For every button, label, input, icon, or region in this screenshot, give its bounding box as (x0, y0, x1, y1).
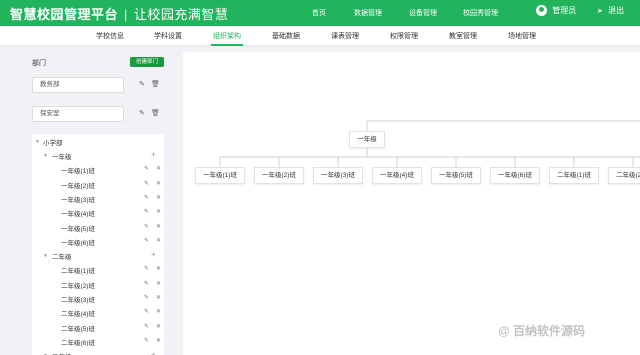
tree-grade-node[interactable]: 二年级 (52, 251, 72, 261)
tree-class-node[interactable]: 二年级(5)班 (61, 323, 95, 333)
org-child-node[interactable]: 一年级(6)班 (490, 167, 540, 184)
user-icon (536, 5, 547, 17)
org-child-node[interactable]: 一年级(5)班 (431, 167, 481, 184)
user-menu[interactable]: 管理员 (536, 5, 577, 17)
org-child-node[interactable]: 二年级(1)班 (549, 167, 599, 184)
plus-icon[interactable]: + (151, 350, 156, 355)
pencil-icon[interactable]: ✎ (144, 180, 149, 187)
sidebar-title: 部门 (32, 60, 46, 67)
app-title: 智慧校园管理平台 (10, 7, 119, 22)
logout-label: 退出 (608, 6, 625, 15)
close-icon[interactable]: ✕ (156, 308, 161, 315)
tab-venues[interactable]: 场地管理 (508, 31, 536, 41)
org-child-node[interactable]: 一年级(3)班 (313, 167, 363, 184)
pencil-icon[interactable]: ✎ (144, 208, 149, 215)
pencil-icon[interactable]: ✎ (144, 323, 149, 330)
close-icon[interactable]: ✕ (156, 208, 161, 215)
tree-class-node[interactable]: 一年级(3)班 (61, 194, 95, 204)
tab-subject-settings[interactable]: 学科设置 (154, 31, 182, 41)
logout-button[interactable]: ➤ 退出 (597, 5, 624, 16)
plus-icon[interactable]: + (151, 150, 156, 159)
department-field-security[interactable]: 保安室 (32, 106, 124, 122)
close-icon[interactable]: ✕ (156, 237, 161, 244)
org-child-node[interactable]: 一年级(4)班 (372, 167, 422, 184)
org-chart: 一年级 一年级(1)班 一年级(2)班 一年级(3)班 一年级(4)班 一年级(5)班一… (183, 52, 640, 355)
department-sidebar: 部门 创建部门 教务部 ✎ 🗑 保安室 ✎ 🗑 ▼ 小学部 ▼ 一年级 + 一年级(1… (26, 52, 164, 355)
sub-nav: 学校信息 学科设置 组织架构 基础数据 课表管理 权限管理 教室管理 场地管理 (0, 26, 640, 46)
caret-down-icon[interactable]: ▼ (35, 139, 40, 145)
pencil-icon[interactable]: ✎ (144, 165, 149, 172)
pencil-icon[interactable]: ✎ (144, 308, 149, 315)
org-root-node[interactable]: 一年级 (349, 131, 385, 148)
trash-icon[interactable]: 🗑 (151, 80, 160, 88)
close-icon[interactable]: ✕ (156, 223, 161, 230)
caret-down-icon[interactable]: ▼ (43, 253, 48, 259)
tree-class-node[interactable]: 一年级(5)班 (61, 223, 95, 233)
top-header: 智慧校园管理平台 | 让校园充满智慧 首页 数据管理 设备管理 校园秀管理 管理员 … (0, 0, 640, 26)
close-icon[interactable]: ✕ (156, 265, 161, 272)
tab-permissions[interactable]: 权限管理 (390, 31, 418, 41)
close-icon[interactable]: ✕ (156, 180, 161, 187)
nav-campus-show-management[interactable]: 校园秀管理 (463, 8, 498, 18)
pencil-icon[interactable]: ✎ (144, 237, 149, 244)
nav-data-management[interactable]: 数据管理 (354, 8, 382, 18)
pencil-icon[interactable]: ✎ (144, 294, 149, 301)
pencil-icon[interactable]: ✎ (144, 265, 149, 272)
tree-root-node[interactable]: 小学部 (43, 137, 63, 147)
tab-timetable[interactable]: 课表管理 (331, 31, 359, 41)
tree-class-node[interactable]: 二年级(4)班 (61, 308, 95, 318)
close-icon[interactable]: ✕ (156, 194, 161, 201)
close-icon[interactable]: ✕ (156, 280, 161, 287)
close-icon[interactable]: ✕ (156, 323, 161, 330)
tree-grade-node[interactable]: 三年级 (52, 351, 72, 355)
tree-class-node[interactable]: 二年级(6)班 (61, 337, 95, 347)
tree-class-node[interactable]: 二年级(1)班 (61, 265, 95, 275)
trash-icon[interactable]: 🗑 (151, 109, 160, 117)
tree-class-node[interactable]: 一年级(4)班 (61, 208, 95, 218)
tab-school-info[interactable]: 学校信息 (96, 31, 124, 41)
tree-class-node[interactable]: 一年级(6)班 (61, 237, 95, 247)
tab-classrooms[interactable]: 教室管理 (449, 31, 477, 41)
close-icon[interactable]: ✕ (156, 165, 161, 172)
tab-org-structure[interactable]: 组织架构 (211, 31, 243, 46)
org-child-node[interactable]: 二年级(2)班 (608, 167, 640, 184)
department-field-academic[interactable]: 教务部 (32, 77, 124, 93)
org-chart-connectors (219, 120, 640, 167)
nav-device-management[interactable]: 设备管理 (409, 8, 437, 18)
tree-class-node[interactable]: 二年级(3)班 (61, 294, 95, 304)
tree-class-node[interactable]: 二年级(2)班 (61, 280, 95, 290)
plus-icon[interactable]: + (151, 250, 156, 259)
department-tree: ▼ 小学部 ▼ 一年级 + 一年级(1)班 ✎ ✕ 一年级(2)班 ✎ ✕ 一年级(3)班 ✎ ✕ 一年… (32, 134, 164, 355)
caret-down-icon[interactable]: ▼ (43, 153, 48, 159)
pencil-icon[interactable]: ✎ (144, 223, 149, 230)
org-child-node[interactable]: 一年级(2)班 (254, 167, 304, 184)
nav-home[interactable]: 首页 (312, 8, 326, 18)
paper-plane-icon: ➤ (597, 8, 603, 15)
create-department-button[interactable]: 创建部门 (130, 57, 164, 67)
tree-grade-node[interactable]: 一年级 (52, 151, 72, 161)
pencil-icon[interactable]: ✎ (144, 280, 149, 287)
tree-class-node[interactable]: 一年级(2)班 (61, 180, 95, 190)
user-name: 管理员 (552, 6, 577, 15)
app-slogan: 让校园充满智慧 (133, 7, 229, 22)
brand-separator: | (124, 7, 128, 22)
pencil-icon[interactable]: ✎ (139, 80, 145, 88)
tree-class-node[interactable]: 一年级(1)班 (61, 165, 95, 175)
close-icon[interactable]: ✕ (156, 337, 161, 344)
org-child-node[interactable]: 一年级(1)班 (195, 167, 245, 184)
pencil-icon[interactable]: ✎ (144, 194, 149, 201)
app-brand: 智慧校园管理平台 | 让校园充满智慧 (10, 4, 228, 23)
close-icon[interactable]: ✕ (156, 294, 161, 301)
pencil-icon[interactable]: ✎ (144, 337, 149, 344)
tab-basic-data[interactable]: 基础数据 (272, 31, 300, 41)
pencil-icon[interactable]: ✎ (139, 109, 145, 117)
watermark: @ 百纳软件源码 (498, 324, 586, 338)
